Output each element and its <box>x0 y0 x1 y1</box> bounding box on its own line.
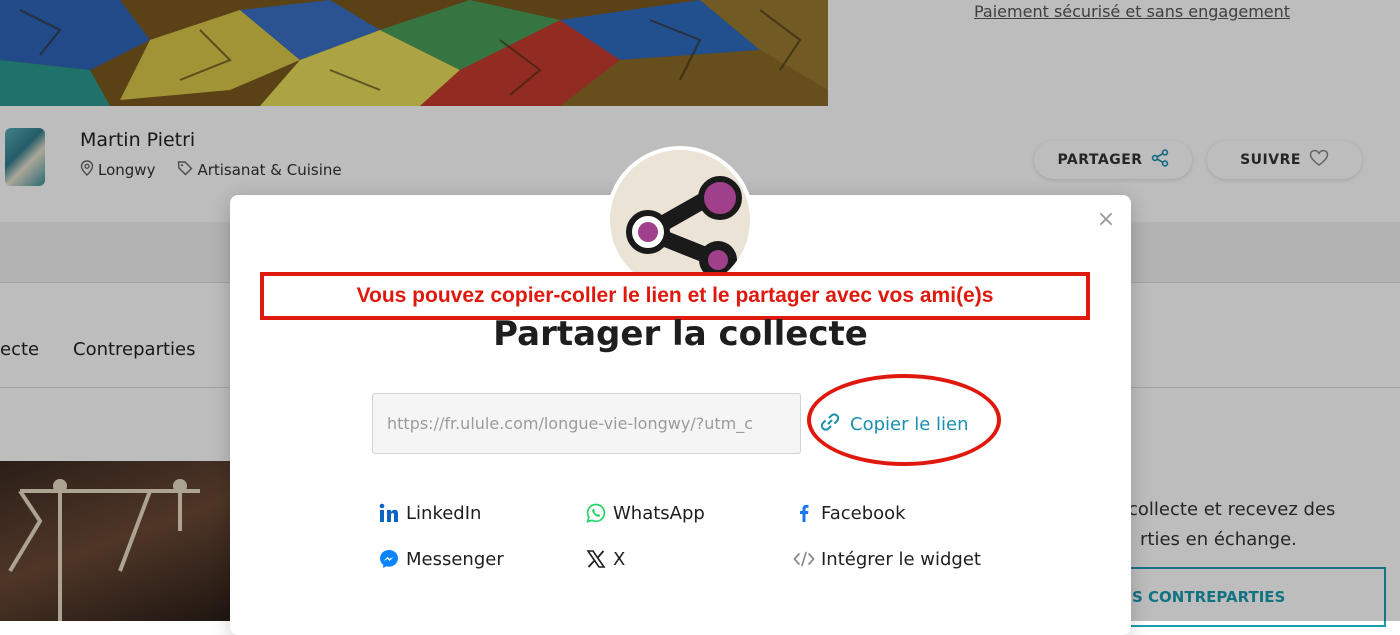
messenger-icon <box>378 548 400 570</box>
share-url-input[interactable] <box>372 393 801 454</box>
share-linkedin[interactable]: LinkedIn <box>378 502 481 524</box>
share-x[interactable]: X <box>585 548 625 570</box>
link-icon <box>820 412 840 437</box>
copy-link-label: Copier le lien <box>850 414 969 435</box>
share-facebook-label: Facebook <box>821 502 906 524</box>
share-whatsapp-label: WhatsApp <box>613 502 705 524</box>
modal-title: Partager la collecte <box>493 314 868 354</box>
share-embed-widget-label: Intégrer le widget <box>821 548 981 570</box>
share-x-label: X <box>613 548 626 570</box>
close-modal-button[interactable]: × <box>1096 209 1116 231</box>
facebook-icon <box>793 502 815 524</box>
share-embed-widget[interactable]: Intégrer le widget <box>793 548 981 570</box>
share-linkedin-label: LinkedIn <box>406 502 482 524</box>
share-messenger[interactable]: Messenger <box>378 548 504 570</box>
code-icon <box>793 548 815 570</box>
share-messenger-label: Messenger <box>406 548 504 570</box>
annotation-callout: Vous pouvez copier-coller le lien et le … <box>260 272 1090 320</box>
share-facebook[interactable]: Facebook <box>793 502 906 524</box>
x-icon <box>585 548 607 570</box>
whatsapp-icon <box>585 502 607 524</box>
copy-link-button[interactable]: Copier le lien <box>820 412 969 437</box>
linkedin-icon <box>378 502 400 524</box>
share-whatsapp[interactable]: WhatsApp <box>585 502 705 524</box>
